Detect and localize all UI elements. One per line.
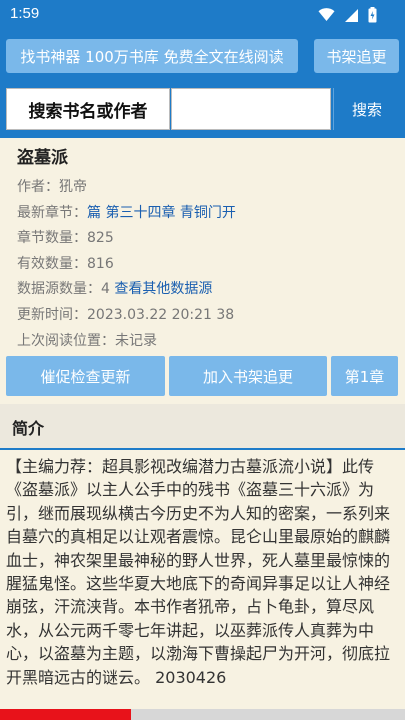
valid-label: 有效数量： bbox=[17, 255, 87, 272]
lastread-label: 上次阅读位置： bbox=[17, 332, 115, 349]
status-bar: 1:59 bbox=[0, 0, 405, 30]
top-bar: 找书神器 100万书库 免费全文在线阅读 书架追更 bbox=[0, 30, 405, 82]
latest-chapter-link[interactable]: 篇 第三十四章 青铜门开 bbox=[87, 205, 236, 221]
lastread-row: 上次阅读位置：未记录 bbox=[17, 329, 397, 355]
bottom-bar bbox=[0, 709, 405, 720]
search-button[interactable]: 搜索 bbox=[333, 88, 400, 130]
updated-row: 更新时间：2023.03.22 20:21 38 bbox=[17, 303, 397, 329]
book-info: 盗墓派 作者：犼帝 最新章节：篇 第三十四章 青铜门开 章节数量：825 有效数… bbox=[17, 146, 397, 354]
lastread-value: 未记录 bbox=[115, 332, 157, 349]
shelf-button[interactable]: 书架追更 bbox=[314, 39, 399, 73]
chapters-value: 825 bbox=[87, 230, 114, 247]
valid-row: 有效数量：816 bbox=[17, 252, 397, 278]
urge-update-button[interactable]: 催促检查更新 bbox=[6, 356, 165, 396]
signal-icon bbox=[345, 8, 358, 22]
author-row: 作者：犼帝 bbox=[17, 175, 397, 201]
updated-label: 更新时间： bbox=[17, 306, 87, 323]
latest-row: 最新章节：篇 第三十四章 青铜门开 bbox=[17, 201, 397, 227]
bottom-accent bbox=[0, 709, 131, 720]
other-sources-link[interactable]: 查看其他数据源 bbox=[114, 281, 212, 297]
battery-icon bbox=[368, 7, 377, 23]
chapters-row: 章节数量：825 bbox=[17, 226, 397, 252]
chapters-label: 章节数量： bbox=[17, 230, 87, 247]
status-icons bbox=[318, 7, 377, 23]
wifi-icon bbox=[318, 8, 335, 21]
intro-text: 【主编力荐：超具影视改编潜力古墓派流小说】此传《盗墓派》以主人公手中的残书《盗墓… bbox=[6, 457, 391, 687]
book-title: 盗墓派 bbox=[17, 148, 68, 168]
status-time: 1:59 bbox=[10, 5, 40, 22]
banner-button[interactable]: 找书神器 100万书库 免费全文在线阅读 bbox=[6, 39, 298, 73]
search-label: 搜索书名或作者 bbox=[6, 88, 170, 130]
add-to-shelf-button[interactable]: 加入书架追更 bbox=[169, 356, 327, 396]
author-value: 犼帝 bbox=[59, 179, 87, 195]
search-input[interactable] bbox=[171, 88, 331, 130]
valid-value: 816 bbox=[87, 255, 114, 272]
action-buttons: 催促检查更新 加入书架追更 第1章 bbox=[0, 356, 405, 396]
updated-value: 2023.03.22 20:21 38 bbox=[87, 306, 235, 323]
intro-heading: 简介 bbox=[12, 419, 45, 438]
sources-label: 数据源数量： bbox=[17, 281, 101, 298]
first-chapter-button[interactable]: 第1章 bbox=[331, 356, 398, 396]
sources-row: 数据源数量：4 查看其他数据源 bbox=[17, 277, 397, 303]
author-label: 作者： bbox=[17, 179, 59, 195]
sources-value: 4 bbox=[101, 281, 110, 298]
search-bar: 搜索书名或作者 搜索 bbox=[0, 82, 405, 138]
intro-header: 简介 bbox=[0, 404, 405, 450]
latest-label: 最新章节： bbox=[17, 204, 87, 221]
